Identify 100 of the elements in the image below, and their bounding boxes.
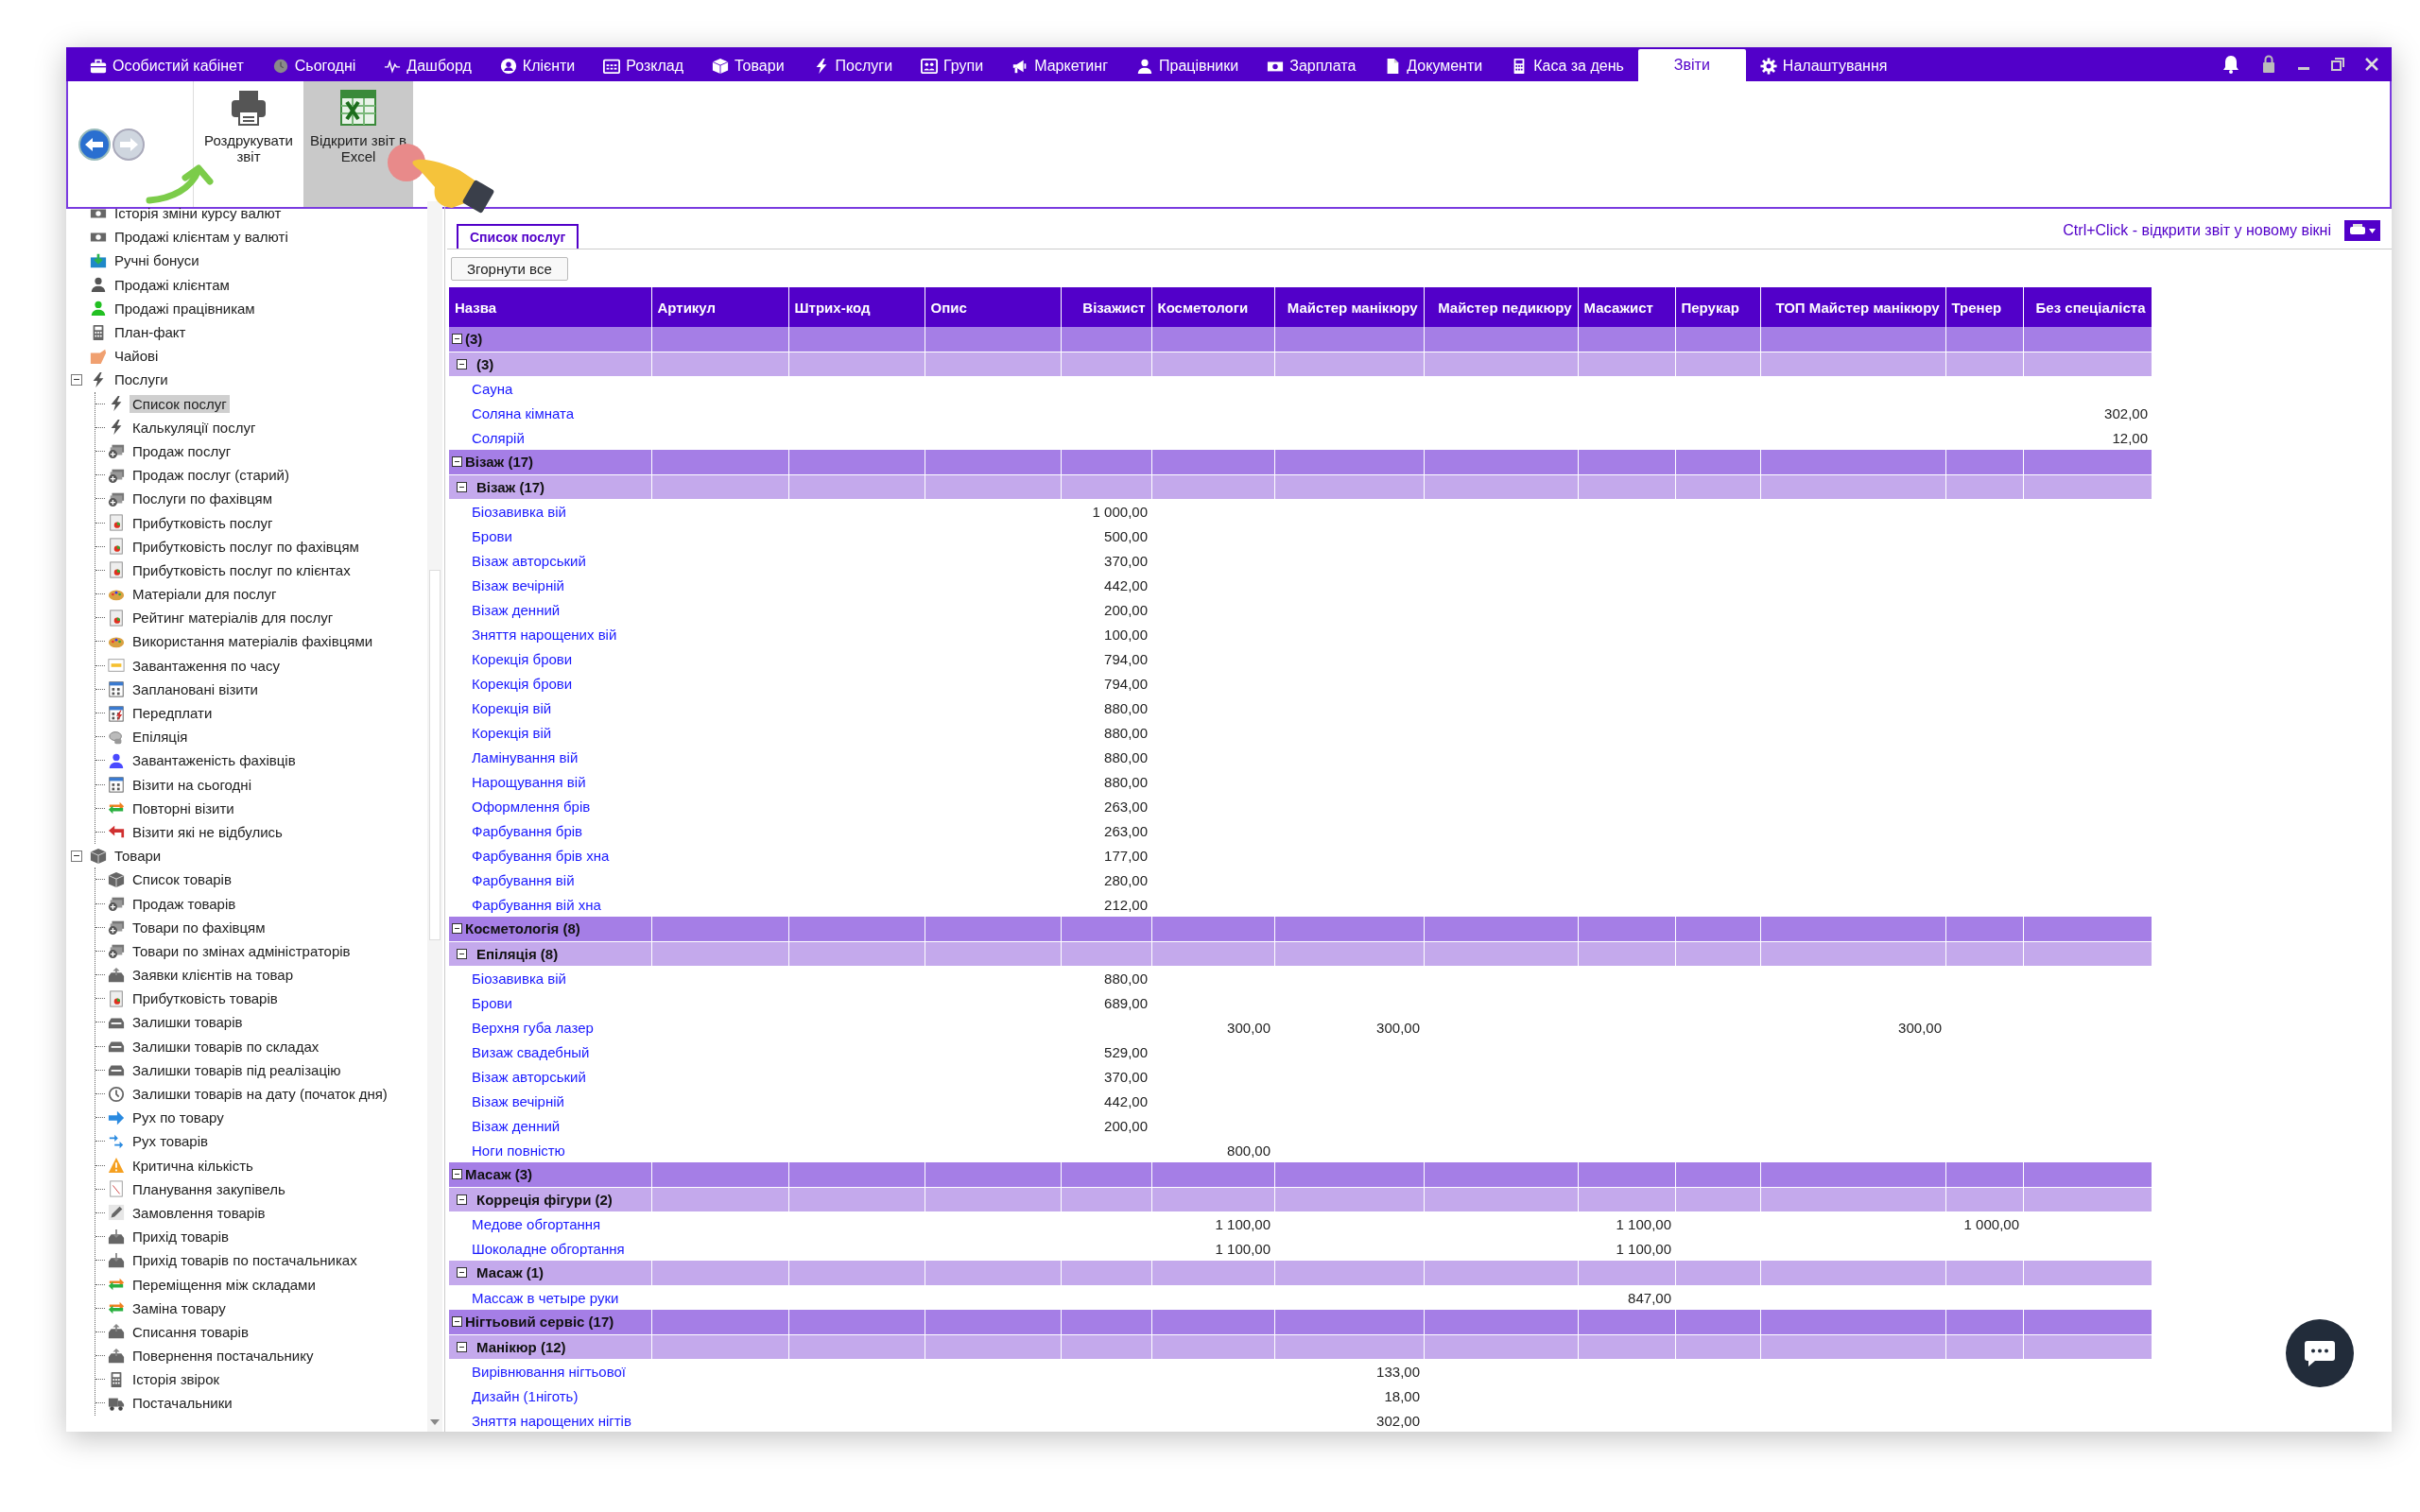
column-header[interactable]: Тренер <box>1951 299 2002 316</box>
tree-item[interactable]: Повторні візити <box>130 799 237 817</box>
tree-item[interactable]: Заплановані візити <box>130 679 261 698</box>
toolbar-button[interactable]: Роздрукувати звіт <box>194 81 303 207</box>
menu-tab[interactable]: Клієнти <box>485 51 590 81</box>
tree-item[interactable]: Продаж товарів <box>130 894 239 913</box>
column-header[interactable]: ТОП Майстер манікюру <box>1775 299 1940 316</box>
tree-item[interactable]: Завантаження по часу <box>130 656 283 675</box>
column-header[interactable]: Візажист <box>1082 299 1146 316</box>
table-cell[interactable]: Вирівнювання нігтьової <box>472 1363 626 1380</box>
table-cell[interactable]: Ноги повністю <box>472 1142 565 1159</box>
tree-item[interactable]: Використання матеріалів фахівцями <box>130 632 376 651</box>
tree-item[interactable]: Історія зміни курсу валют <box>112 204 285 223</box>
table-cell[interactable]: Дизайн (1ніготь) <box>472 1387 579 1404</box>
collapse-icon[interactable] <box>457 948 467 959</box>
tree-item[interactable]: Залишки товарів під реалізацію <box>130 1060 344 1079</box>
table-cell[interactable]: Нарощування вій <box>472 773 586 790</box>
collapse-icon[interactable] <box>457 358 467 369</box>
table-cell[interactable]: Візаж денний <box>472 601 561 618</box>
restore-icon[interactable] <box>2331 58 2344 71</box>
tree-item[interactable]: Калькуляції послуг <box>130 418 259 437</box>
tree-item[interactable]: Переміщення між складами <box>130 1275 319 1294</box>
tree-item[interactable]: Прихід товарів по постачальниках <box>130 1251 360 1270</box>
table-cell[interactable]: Брови <box>472 994 512 1011</box>
collapse-icon[interactable] <box>452 1169 462 1180</box>
collapse-icon[interactable] <box>452 456 462 468</box>
table-cell[interactable]: Оформлення брів <box>472 798 591 815</box>
tree-item[interactable]: Чайові <box>112 347 162 366</box>
tree-item[interactable]: Заміна товару <box>130 1298 229 1317</box>
tree-item[interactable]: Критична кількість <box>130 1156 256 1175</box>
tree-item[interactable]: Залишки товарів по складах <box>130 1037 322 1056</box>
menu-tab[interactable]: Товари <box>698 51 799 81</box>
tree-item[interactable]: Замовлення товарів <box>130 1203 268 1222</box>
table-cell[interactable]: Фарбування вій хна <box>472 896 601 913</box>
table-cell[interactable]: Массаж в четыре руки <box>472 1289 619 1306</box>
table-cell[interactable]: Сауна <box>472 380 513 397</box>
table-cell[interactable]: Візаж авторський <box>472 552 586 569</box>
tree-item[interactable]: Списання товарів <box>130 1322 251 1341</box>
column-header[interactable]: Перукар <box>1681 299 1739 316</box>
table-cell[interactable]: Верхня губа лазер <box>472 1019 594 1036</box>
collapse-icon[interactable] <box>457 1267 467 1279</box>
table-cell[interactable]: Фарбування брів хна <box>472 847 610 864</box>
tree-item[interactable]: Продажі клієнтам <box>112 275 233 294</box>
table-cell[interactable]: Зняття нарощених вій <box>472 626 617 643</box>
back-button[interactable] <box>78 127 112 162</box>
tree-item[interactable]: Рух товарів <box>130 1132 211 1151</box>
tree-item[interactable]: Прибутковість товарів <box>130 989 281 1008</box>
tree-item[interactable]: Візити які не відбулись <box>130 822 285 841</box>
tree-item[interactable]: Планування закупівель <box>130 1179 288 1198</box>
menu-tab[interactable]: Каса за день <box>1496 51 1638 81</box>
column-header[interactable]: Косметологи <box>1157 299 1249 316</box>
tree-item[interactable]: Прибутковість послуг по фахівцям <box>130 537 362 556</box>
menu-tab[interactable]: Особистий кабінет <box>76 51 258 81</box>
tree-item[interactable]: Список послуг <box>130 394 230 413</box>
tree-item[interactable]: Залишки товарів на дату (початок дня) <box>130 1085 390 1104</box>
collapse-all-button[interactable]: Згорнути все <box>451 256 568 281</box>
collapse-icon[interactable] <box>457 1341 467 1352</box>
table-cell[interactable]: Брови <box>472 527 512 544</box>
tree-item[interactable]: Залишки товарів <box>130 1013 246 1032</box>
table-cell[interactable]: Корекція брови <box>472 650 573 667</box>
column-header[interactable]: Штрих-код <box>794 299 871 316</box>
tree-item[interactable]: Візити на сьогодні <box>130 775 254 794</box>
tree-item[interactable]: Ручні бонуси <box>112 251 202 270</box>
column-header[interactable]: Без спеціаліста <box>2035 299 2146 316</box>
tree-item[interactable]: Прихід товарів <box>130 1228 233 1246</box>
table-cell[interactable]: Ламінування вій <box>472 748 579 765</box>
table-cell[interactable]: Візаж вечірній <box>472 576 564 593</box>
lock-icon[interactable] <box>2261 55 2276 74</box>
column-header[interactable]: Майстер педикюру <box>1438 299 1572 316</box>
table-cell[interactable]: Фарбування вій <box>472 871 575 888</box>
collapse-icon[interactable] <box>452 923 462 935</box>
menu-tab[interactable]: Зарплата <box>1253 51 1371 81</box>
collapse-icon[interactable] <box>452 1316 462 1328</box>
table-cell[interactable]: Визаж свадебный <box>472 1043 590 1060</box>
menu-tab[interactable]: Групи <box>907 51 998 81</box>
close-icon[interactable] <box>2365 58 2378 71</box>
table-cell[interactable]: Корекція вій <box>472 699 552 716</box>
column-header[interactable]: Назва <box>455 299 497 316</box>
table-cell[interactable]: Шоколадне обгортання <box>472 1240 625 1257</box>
bell-icon[interactable] <box>2221 55 2240 74</box>
collapse-icon[interactable] <box>71 850 82 862</box>
tree-item[interactable]: Товари по змінах адміністраторів <box>130 941 354 960</box>
column-header[interactable]: Артикул <box>657 299 717 316</box>
table-cell[interactable]: Медове обгортання <box>472 1215 601 1232</box>
tree-item[interactable]: Рейтинг матеріалів для послуг <box>130 609 337 627</box>
tree-item[interactable]: Послуги <box>112 370 171 389</box>
table-cell[interactable]: Корекція вій <box>472 724 552 741</box>
tree-item[interactable]: Передплати <box>130 704 216 723</box>
column-header[interactable]: Масажист <box>1583 299 1653 316</box>
table-cell[interactable]: Солярій <box>472 429 525 446</box>
tree-item[interactable]: Продаж послуг <box>130 441 234 460</box>
scroll-down-icon[interactable] <box>429 1418 441 1426</box>
table-cell[interactable]: Візаж авторський <box>472 1068 586 1085</box>
tree-item[interactable]: Послуги по фахівцям <box>130 490 276 508</box>
tree-item[interactable]: Прибутковість послуг по клієнтах <box>130 560 354 579</box>
menu-tab[interactable]: Звіти <box>1637 49 1746 81</box>
table-cell[interactable]: Зняття нарощених нігтів <box>472 1412 631 1429</box>
menu-tab[interactable]: Розклад <box>589 51 699 81</box>
tree-item[interactable]: Продаж послуг (старий) <box>130 466 292 485</box>
column-header[interactable]: Майстер манікюру <box>1287 299 1418 316</box>
